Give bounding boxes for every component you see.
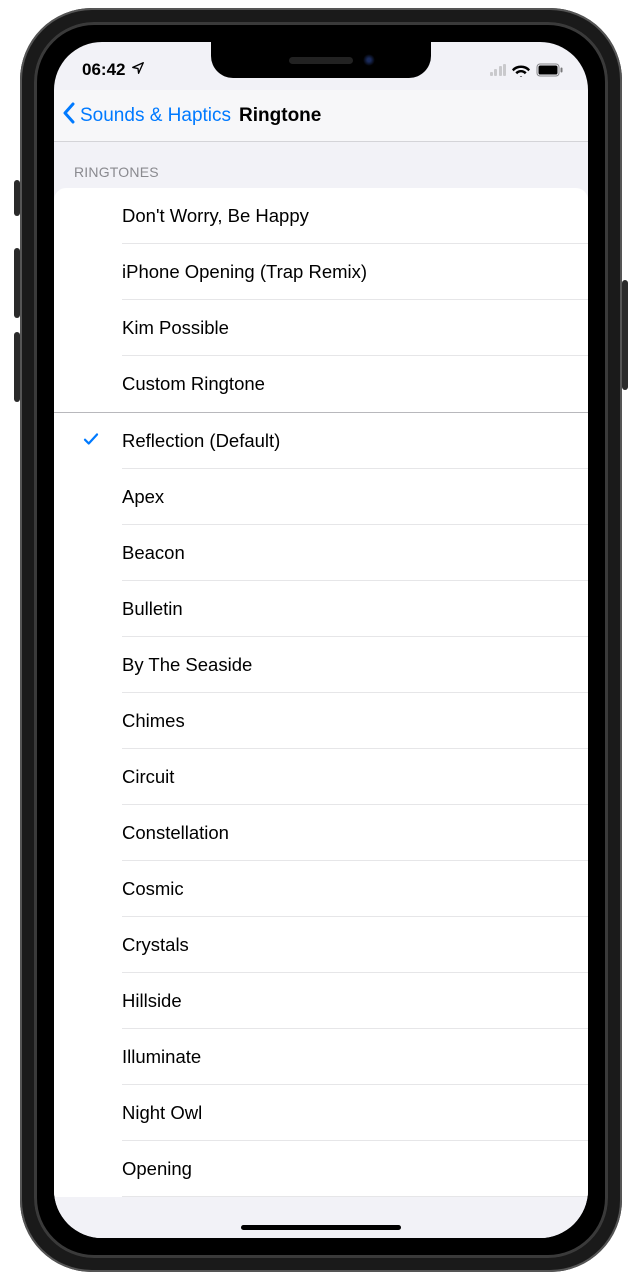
ringtone-label: Chimes — [122, 710, 185, 732]
system-ringtones-list: Reflection (Default) Apex Beacon Bulletin By… — [54, 413, 588, 1197]
notch — [211, 42, 431, 78]
ringtone-label: Reflection (Default) — [122, 430, 280, 452]
device-frame: 06:42 — [0, 0, 642, 1280]
ringtone-item[interactable]: Hillside — [54, 973, 588, 1029]
ringtone-item[interactable]: Reflection (Default) — [54, 413, 588, 469]
front-camera — [363, 54, 375, 66]
ringtone-item[interactable]: Cosmic — [54, 861, 588, 917]
checkmark-icon — [81, 430, 101, 453]
back-button[interactable]: Sounds & Haptics — [62, 104, 231, 128]
ringtone-label: Bulletin — [122, 598, 183, 620]
status-right — [490, 55, 565, 77]
battery-icon — [536, 63, 564, 77]
ringtone-label: Hillside — [122, 990, 182, 1012]
ringtone-item[interactable]: iPhone Opening (Trap Remix) — [54, 244, 588, 300]
power-button — [622, 280, 628, 390]
ringtone-label: iPhone Opening (Trap Remix) — [122, 261, 367, 283]
status-time: 06:42 — [82, 60, 125, 80]
ringtone-item[interactable]: Don't Worry, Be Happy — [54, 188, 588, 244]
content[interactable]: RINGTONES Don't Worry, Be Happy iPhone Op… — [54, 142, 588, 1238]
ringtone-item[interactable]: Constellation — [54, 805, 588, 861]
screen: 06:42 — [54, 42, 588, 1238]
device-inner-bezel: 06:42 — [34, 22, 608, 1258]
ringtone-label: Illuminate — [122, 1046, 201, 1068]
ringtone-item[interactable]: Illuminate — [54, 1029, 588, 1085]
ringtone-item[interactable]: By The Seaside — [54, 637, 588, 693]
status-left: 06:42 — [82, 52, 145, 80]
wifi-icon — [512, 63, 530, 77]
back-label: Sounds & Haptics — [80, 105, 231, 127]
custom-ringtones-list: Don't Worry, Be Happy iPhone Opening (Tra… — [54, 188, 588, 412]
ringtone-label: Custom Ringtone — [122, 373, 265, 395]
cellular-icon — [490, 64, 507, 76]
nav-title: Ringtone — [239, 105, 321, 127]
speaker-grille — [289, 57, 353, 64]
ringtone-item[interactable]: Custom Ringtone — [54, 356, 588, 412]
ringtone-label: Night Owl — [122, 1102, 202, 1124]
section-header: RINGTONES — [54, 142, 588, 188]
ringtone-label: Don't Worry, Be Happy — [122, 205, 309, 227]
ringtone-item[interactable]: Circuit — [54, 749, 588, 805]
ringtone-label: Apex — [122, 486, 164, 508]
location-icon — [131, 60, 145, 80]
ringtone-label: Kim Possible — [122, 317, 229, 339]
ringtone-item[interactable]: Apex — [54, 469, 588, 525]
ringtone-item[interactable]: Beacon — [54, 525, 588, 581]
chevron-left-icon — [62, 102, 76, 128]
ringtone-label: By The Seaside — [122, 654, 252, 676]
ringtone-label: Constellation — [122, 822, 229, 844]
device-outer-bezel: 06:42 — [20, 8, 622, 1272]
ringtone-label: Crystals — [122, 934, 189, 956]
ringtone-item[interactable]: Crystals — [54, 917, 588, 973]
nav-bar: Sounds & Haptics Ringtone — [54, 90, 588, 142]
ringtone-label: Circuit — [122, 766, 174, 788]
ringtone-label: Beacon — [122, 542, 185, 564]
ringtone-label: Cosmic — [122, 878, 184, 900]
ringtone-item[interactable]: Chimes — [54, 693, 588, 749]
ringtone-item[interactable]: Bulletin — [54, 581, 588, 637]
ringtone-item[interactable]: Kim Possible — [54, 300, 588, 356]
row-divider — [122, 1196, 588, 1197]
ringtone-item[interactable]: Opening — [54, 1141, 588, 1197]
ringtone-label: Opening — [122, 1158, 192, 1180]
home-indicator[interactable] — [241, 1225, 401, 1230]
ringtone-item[interactable]: Night Owl — [54, 1085, 588, 1141]
